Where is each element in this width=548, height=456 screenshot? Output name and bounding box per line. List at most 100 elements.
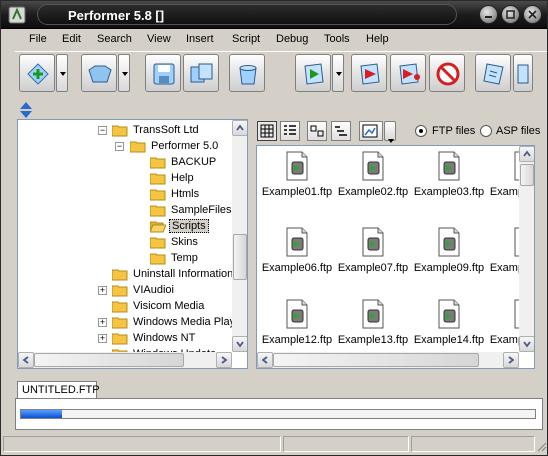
file-item[interactable]: Example01.ftp (259, 150, 335, 210)
new-button[interactable] (19, 54, 55, 92)
view-dropdown[interactable] (384, 121, 396, 143)
tree-item[interactable]: BACKUP (150, 154, 218, 170)
run-button[interactable] (295, 54, 331, 92)
folder-icon (112, 333, 128, 344)
file-item[interactable]: Example12.ftp (259, 298, 335, 358)
run-dropdown[interactable] (332, 54, 344, 92)
scroll-right-button[interactable] (503, 352, 519, 368)
menu-script[interactable]: Script (232, 33, 260, 45)
window-button[interactable] (513, 54, 533, 92)
view-small-icons-button[interactable] (280, 121, 300, 141)
view-list-button[interactable] (307, 121, 327, 141)
maximize-icon (506, 10, 515, 19)
scroll-left-button[interactable] (257, 352, 273, 368)
record-button[interactable] (351, 54, 387, 92)
new-dropdown[interactable] (56, 54, 68, 92)
file-item[interactable]: Example03.ftp (411, 150, 487, 210)
tree-item-selected[interactable]: Scripts (150, 218, 209, 234)
expand-toggle[interactable]: + (98, 286, 107, 295)
document-tab[interactable]: UNTITLED.FTP (17, 381, 100, 399)
menu-help[interactable]: Help (366, 33, 389, 45)
list-view-icon (310, 125, 324, 137)
close-button[interactable] (523, 5, 542, 24)
menu-file[interactable]: File (29, 33, 47, 45)
open-button[interactable] (81, 54, 117, 92)
app-icon[interactable] (7, 5, 27, 25)
save-button[interactable] (145, 54, 181, 92)
menu-insert[interactable]: Insert (186, 33, 214, 45)
scroll-up-button[interactable] (232, 120, 247, 136)
view-details-button[interactable] (331, 121, 351, 141)
new-file-icon (27, 63, 49, 85)
tree-item[interactable]: Visicom Media (112, 298, 206, 314)
collapse-toggle[interactable]: − (115, 142, 124, 151)
script-button[interactable] (475, 54, 511, 92)
minimize-button[interactable] (479, 5, 498, 24)
collapse-toggle[interactable]: − (98, 126, 107, 135)
chevron-up-icon (236, 124, 244, 131)
tree-item[interactable]: Temp (150, 250, 200, 266)
tree-vertical-scrollbar[interactable] (232, 120, 247, 352)
scroll-thumb[interactable] (520, 164, 534, 186)
stop-icon (436, 62, 460, 86)
chevron-left-icon (261, 356, 268, 364)
tree-item[interactable]: Htmls (150, 186, 201, 202)
scroll-down-button[interactable] (519, 336, 534, 352)
ftp-script-file-icon (438, 227, 460, 257)
menu-tools[interactable]: Tools (324, 33, 350, 45)
tree-item-label: Scripts (169, 219, 209, 233)
file-item[interactable]: Example06.ftp (259, 226, 335, 286)
up-down-arrow-icon[interactable] (18, 101, 34, 119)
file-item[interactable]: Example07.ftp (335, 226, 411, 286)
expand-toggle[interactable]: + (98, 318, 107, 327)
tree-item[interactable]: Uninstall Information (112, 266, 235, 282)
menu-debug[interactable]: Debug (276, 33, 308, 45)
tree-item-label: Windows Media Play (133, 316, 236, 328)
scroll-thumb[interactable] (233, 234, 247, 280)
files-vertical-scrollbar[interactable] (519, 146, 534, 352)
save-all-button[interactable] (183, 54, 219, 92)
tree-item[interactable]: Windows NT (112, 330, 197, 346)
file-item[interactable]: Example09.ftp (411, 226, 487, 286)
file-item[interactable]: Example02.ftp (335, 150, 411, 210)
menu-view[interactable]: View (147, 33, 171, 45)
scroll-thumb[interactable] (34, 353, 184, 367)
tree-item[interactable]: VIAudioi (112, 282, 176, 298)
view-large-icons-button[interactable] (257, 121, 277, 141)
ftp-files-radio[interactable] (415, 125, 427, 137)
folder-icon (150, 157, 166, 168)
tree-item-label: VIAudioi (133, 284, 174, 296)
menu-edit[interactable]: Edit (62, 33, 81, 45)
title-bar[interactable]: Performer 5.8 [] (1, 1, 547, 29)
files-horizontal-scrollbar[interactable] (257, 352, 519, 368)
scroll-left-button[interactable] (18, 352, 34, 368)
scroll-thumb[interactable] (273, 353, 479, 367)
ftp-script-file-icon (438, 151, 460, 181)
expand-toggle[interactable]: + (98, 334, 107, 343)
thumbnail-view-button[interactable] (359, 121, 383, 141)
folder-icon (112, 317, 128, 328)
file-item[interactable]: Example13.ftp (335, 298, 411, 358)
stop-button[interactable] (429, 54, 465, 92)
delete-button[interactable] (229, 54, 265, 92)
tree-horizontal-scrollbar[interactable] (18, 352, 232, 368)
tree-item[interactable]: Windows Media Play (112, 314, 237, 330)
maximize-button[interactable] (501, 5, 520, 24)
chevron-down-icon (236, 341, 244, 348)
asp-files-radio[interactable] (480, 125, 492, 137)
tree-item[interactable]: Skins (150, 234, 200, 250)
record-step-button[interactable] (390, 54, 426, 92)
scroll-down-button[interactable] (232, 336, 247, 352)
open-dropdown[interactable] (118, 54, 130, 92)
resize-grip-icon[interactable] (535, 440, 547, 452)
file-item[interactable]: Example14.ftp (411, 298, 487, 358)
ftp-script-file-icon (286, 151, 308, 181)
tree-item[interactable]: TransSoft Ltd (112, 122, 201, 138)
tree-item[interactable]: Help (150, 170, 196, 186)
tree-item[interactable]: SampleFiles (150, 202, 234, 218)
folder-icon (112, 269, 128, 280)
menu-search[interactable]: Search (97, 33, 132, 45)
scroll-up-button[interactable] (519, 146, 534, 162)
tree-item[interactable]: Performer 5.0 (130, 138, 220, 154)
scroll-right-button[interactable] (216, 352, 232, 368)
